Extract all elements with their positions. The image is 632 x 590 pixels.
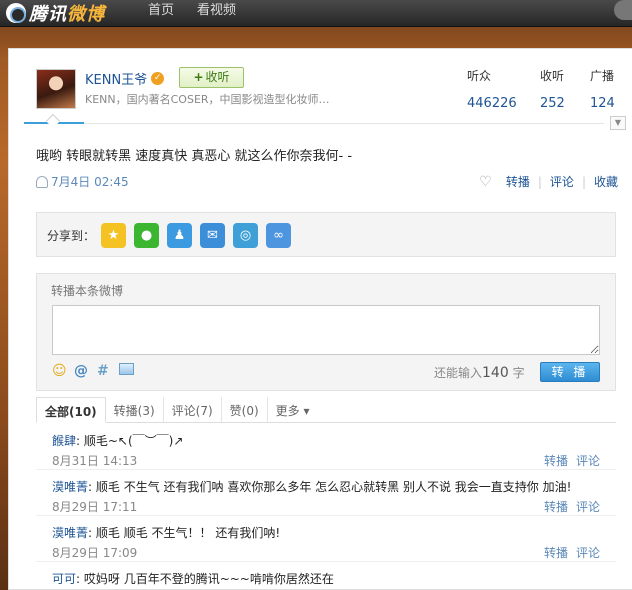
comment-actions: 转播 评论 — [544, 544, 600, 561]
emoji-icon[interactable]: ☺ — [52, 363, 67, 379]
image-icon[interactable] — [119, 363, 134, 375]
chevron-down-icon: ▾ — [303, 404, 310, 418]
comment-time[interactable]: 8月29日 17:11 — [52, 498, 137, 515]
comment-line: 漠唯菁: 顺毛 顺毛 不生气！！ 还有我们呐! — [52, 526, 281, 540]
tab-all[interactable]: 全部(10) — [36, 397, 106, 423]
stat-fans[interactable]: 听众 446226 — [467, 67, 517, 111]
comment-actions: 转播 评论 — [544, 498, 600, 515]
comment-time[interactable]: 8月29日 17:09 — [52, 544, 137, 561]
like-heart-icon[interactable]: ♡ — [479, 174, 492, 190]
follow-button[interactable]: + 收听 — [179, 67, 244, 88]
post-meta: 7月4日 02:45 — [36, 173, 129, 190]
comment-tabs: 全部(10) 转播(3) 评论(7) 赞(0) 更多 ▾ — [36, 397, 616, 423]
user-name-link[interactable]: KENN王爷 — [85, 69, 147, 88]
collapse-toggle-button[interactable]: ▼ — [610, 116, 626, 130]
header-divider — [24, 123, 604, 124]
comment-repost-link[interactable]: 转播 — [544, 546, 568, 560]
comment-author[interactable]: 餱肆 — [52, 434, 76, 448]
favorite-link[interactable]: 收藏 — [594, 173, 618, 190]
repost-submit-button[interactable]: 转 播 — [540, 362, 600, 382]
repost-textarea[interactable] — [52, 305, 600, 355]
source-icon — [36, 175, 48, 188]
follow-label: 收听 — [205, 70, 230, 84]
stat-following-label: 收听 — [540, 69, 565, 83]
comment-repost-link[interactable]: 转播 — [544, 454, 568, 468]
comment-item: 漠唯菁: 顺毛 顺毛 不生气！！ 还有我们呐! 8月29日 17:09 转播 评论 — [36, 516, 616, 562]
comment-text: 顺毛 顺毛 不生气！！ 还有我们呐! — [95, 526, 281, 540]
comment-item: 餱肆: 顺毛~↖(￣︶￣)↗ 8月31日 14:13 转播 评论 — [36, 424, 616, 470]
comment-reply-link[interactable]: 评论 — [576, 454, 600, 468]
stat-following[interactable]: 收听 252 — [540, 67, 565, 111]
mention-icon[interactable]: @ — [74, 363, 88, 379]
stat-fans-label: 听众 — [467, 69, 492, 83]
chevron-down-icon: ▼ — [614, 118, 622, 127]
repost-box: 转播本条微博 ☺ @ # 还能输入140 字 转 播 — [36, 273, 616, 391]
repost-title: 转播本条微博 — [51, 284, 124, 298]
char-counter: 还能输入140 字 — [434, 365, 525, 381]
comment-text: 哎妈呀 几百年不登的腾讯~~~啃啃你居然还在 — [83, 572, 334, 586]
comment-reply-link[interactable]: 评论 — [576, 500, 600, 514]
comment-line: 漠唯菁: 顺毛 不生气 还有我们呐 喜欢你那么多年 怎么忍心就转黑 别人不说 我… — [52, 480, 572, 494]
stat-fans-value: 446226 — [467, 96, 517, 111]
share-bar: 分享到： ★ ● ♟ ✉ ◎ ∞ — [36, 212, 616, 257]
tab-repost[interactable]: 转播(3) — [106, 397, 164, 422]
tencent-logo-icon — [6, 3, 26, 23]
pointer-arrow-icon — [45, 113, 61, 129]
topic-icon[interactable]: # — [97, 363, 109, 379]
comment-line: 可可: 哎妈呀 几百年不登的腾讯~~~啃啃你居然还在 — [52, 572, 334, 586]
comment-author[interactable]: 可可 — [52, 572, 76, 586]
logo-text: 腾讯微博 — [29, 4, 105, 25]
action-separator: | — [581, 174, 586, 189]
comment-item: 可可: 哎妈呀 几百年不登的腾讯~~~啃啃你居然还在 — [36, 562, 616, 590]
comment-time[interactable]: 8月31日 14:13 — [52, 452, 137, 469]
stat-following-value: 252 — [540, 96, 565, 111]
nav-video-link[interactable]: 看视频 — [197, 0, 236, 27]
user-bio: KENN，国内著名COSER，中国影视造型化妆师… — [85, 93, 330, 106]
user-avatar[interactable] — [36, 69, 76, 109]
comment-reply-link[interactable]: 评论 — [576, 546, 600, 560]
action-separator: | — [537, 174, 542, 189]
comment-link[interactable]: 评论 — [550, 173, 574, 190]
stat-broadcasts-label: 广播 — [590, 69, 615, 83]
weibo-post-panel: KENN王爷 ✓ + 收听 KENN，国内著名COSER，中国影视造型化妆师… 听… — [8, 48, 632, 590]
tencent-weibo-logo[interactable]: 腾讯微博 — [6, 2, 105, 25]
top-nav-bar: 腾讯微博 首页 看视频 — [0, 0, 632, 27]
comment-repost-link[interactable]: 转播 — [544, 500, 568, 514]
tab-comment[interactable]: 评论(7) — [164, 397, 222, 422]
repost-link[interactable]: 转播 — [506, 173, 530, 190]
user-name-row: KENN王爷 ✓ — [85, 69, 165, 88]
tab-like[interactable]: 赞(0) — [222, 397, 268, 422]
nav-home-link[interactable]: 首页 — [148, 0, 174, 27]
wechat-icon[interactable]: ● — [134, 223, 159, 248]
comment-text: 顺毛 不生气 还有我们呐 喜欢你那么多年 怎么忍心就转黑 别人不说 我会一直支持… — [95, 480, 572, 494]
tab-more[interactable]: 更多 ▾ — [268, 397, 318, 422]
comment-actions: 转播 评论 — [544, 452, 600, 469]
post-time-link[interactable]: 7月4日 02:45 — [51, 173, 129, 190]
comment-author[interactable]: 漠唯菁 — [52, 526, 88, 540]
post-actions: ♡ 转播 | 评论 | 收藏 — [479, 173, 618, 190]
mail-icon[interactable]: ✉ — [200, 223, 225, 248]
plus-icon: + — [193, 70, 204, 84]
comment-item: 漠唯菁: 顺毛 不生气 还有我们呐 喜欢你那么多年 怎么忍心就转黑 别人不说 我… — [36, 470, 616, 516]
comment-author[interactable]: 漠唯菁 — [52, 480, 88, 494]
topbar-edge-tab — [614, 0, 632, 20]
link-icon[interactable]: ∞ — [266, 223, 291, 248]
comment-line: 餱肆: 顺毛~↖(￣︶￣)↗ — [52, 434, 184, 448]
stat-broadcasts-value: 124 — [590, 96, 615, 111]
share-label: 分享到： — [47, 229, 96, 243]
qq-icon[interactable]: ♟ — [167, 223, 192, 248]
stat-broadcasts[interactable]: 广播 124 — [590, 67, 615, 111]
qzone-icon[interactable]: ★ — [101, 223, 126, 248]
post-text: 哦哟 转眼就转黑 速度真快 真恶心 就这么作你奈我何- - — [36, 149, 353, 164]
comment-text: 顺毛~↖(￣︶￣)↗ — [83, 434, 184, 448]
pengyou-icon[interactable]: ◎ — [233, 223, 258, 248]
verified-badge-icon: ✓ — [151, 72, 165, 85]
